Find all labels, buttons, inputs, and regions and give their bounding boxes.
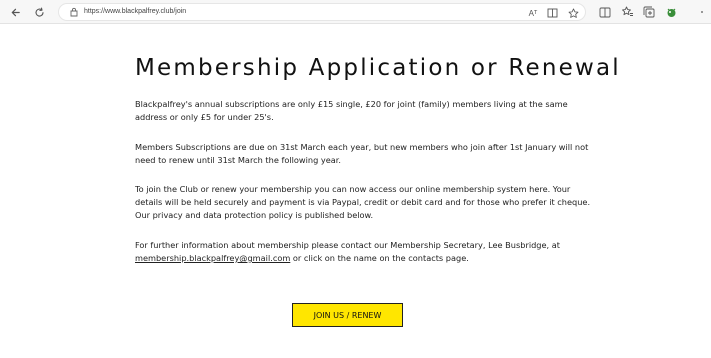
join-info-paragraph: To join the Club or renew your membershi…: [135, 184, 591, 220]
contact-text-after: or click on the name on the contacts pag…: [290, 253, 469, 263]
page-content: Membership Application or Renewal Blackp…: [0, 24, 711, 358]
page-title: Membership Application or Renewal: [135, 55, 621, 81]
favorites-icon[interactable]: [619, 4, 635, 20]
collections-icon[interactable]: [641, 4, 657, 20]
read-aloud-icon[interactable]: Aᵀ: [525, 7, 541, 19]
browser-window: https://www.blackpalfrey.club/join Aᵀ Me…: [0, 0, 711, 358]
renewal-paragraph: Members Subscriptions are due on 31st Ma…: [135, 142, 589, 165]
contact-text-before: For further information about membership…: [135, 240, 560, 250]
split-screen-icon[interactable]: [597, 4, 613, 20]
membership-email-link[interactable]: membership.blackpalfrey@gmail.com: [135, 253, 290, 263]
subscription-paragraph: Blackpalfrey's annual subscriptions are …: [135, 99, 568, 122]
browser-toolbar: https://www.blackpalfrey.club/join Aᵀ: [0, 0, 711, 24]
more-icon[interactable]: [697, 4, 707, 20]
contact-paragraph: For further information about membership…: [135, 239, 597, 265]
address-bar[interactable]: https://www.blackpalfrey.club/join Aᵀ: [58, 3, 586, 21]
extension-icon[interactable]: [663, 4, 679, 20]
url-text[interactable]: https://www.blackpalfrey.club/join: [84, 7, 186, 17]
refresh-icon[interactable]: [30, 3, 48, 21]
join-renew-button[interactable]: JOIN US / RENEW: [292, 303, 403, 327]
favorite-star-icon[interactable]: [567, 7, 579, 19]
back-icon[interactable]: [6, 3, 24, 21]
immersive-reader-icon[interactable]: [546, 7, 558, 19]
site-info-icon[interactable]: [68, 6, 80, 18]
